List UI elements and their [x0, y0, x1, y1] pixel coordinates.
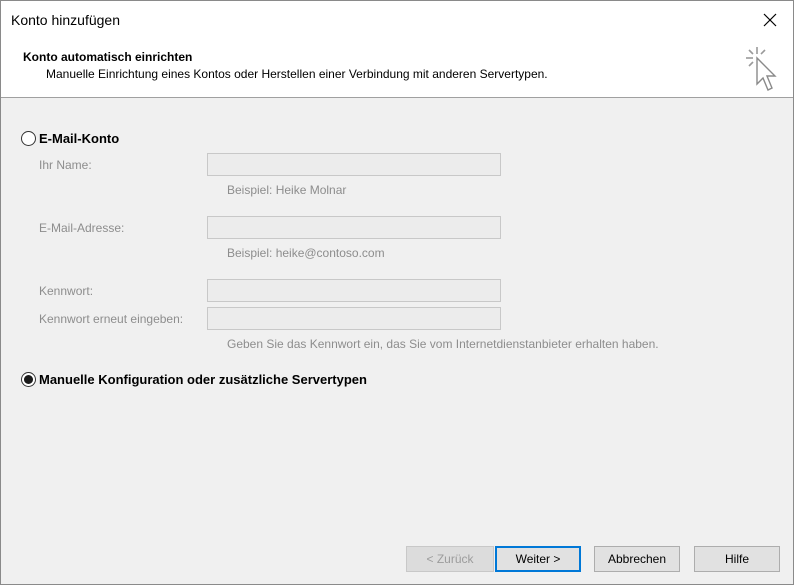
back-button[interactable]: < Zurück	[406, 546, 494, 572]
password-hint: Geben Sie das Kennwort ein, das Sie vom …	[227, 337, 659, 351]
email-input[interactable]	[207, 216, 501, 239]
password-repeat-label: Kennwort erneut eingeben:	[39, 312, 184, 326]
name-label: Ihr Name:	[39, 158, 92, 172]
manual-config-radio[interactable]	[21, 372, 36, 387]
radio-selected-dot	[24, 375, 33, 384]
password-label: Kennwort:	[39, 284, 94, 298]
email-account-radio[interactable]	[21, 131, 36, 146]
manual-config-radio-option[interactable]: Manuelle Konfiguration oder zusätzliche …	[21, 372, 367, 387]
cancel-button[interactable]: Abbrechen	[594, 546, 680, 572]
email-hint: Beispiel: heike@contoso.com	[227, 246, 385, 260]
name-input[interactable]	[207, 153, 501, 176]
next-button[interactable]: Weiter >	[495, 546, 581, 572]
dialog-header: Konto automatisch einrichten Manuelle Ei…	[1, 39, 793, 98]
add-account-dialog: Konto hinzufügen Konto automatisch einri…	[0, 0, 794, 585]
header-description: Manuelle Einrichtung eines Kontos oder H…	[46, 67, 548, 81]
email-label: E-Mail-Adresse:	[39, 221, 125, 235]
password-repeat-input[interactable]	[207, 307, 501, 330]
close-icon	[763, 13, 777, 27]
email-account-label: E-Mail-Konto	[39, 131, 120, 146]
close-button[interactable]	[747, 1, 793, 39]
header-title: Konto automatisch einrichten	[23, 50, 193, 64]
help-button[interactable]: Hilfe	[694, 546, 780, 572]
title-bar: Konto hinzufügen	[1, 1, 793, 39]
manual-config-label: Manuelle Konfiguration oder zusätzliche …	[39, 372, 367, 387]
email-account-radio-option[interactable]: E-Mail-Konto	[21, 131, 119, 146]
cursor-click-icon	[746, 47, 777, 91]
window-title: Konto hinzufügen	[11, 12, 120, 28]
password-input[interactable]	[207, 279, 501, 302]
name-hint: Beispiel: Heike Molnar	[227, 183, 347, 197]
